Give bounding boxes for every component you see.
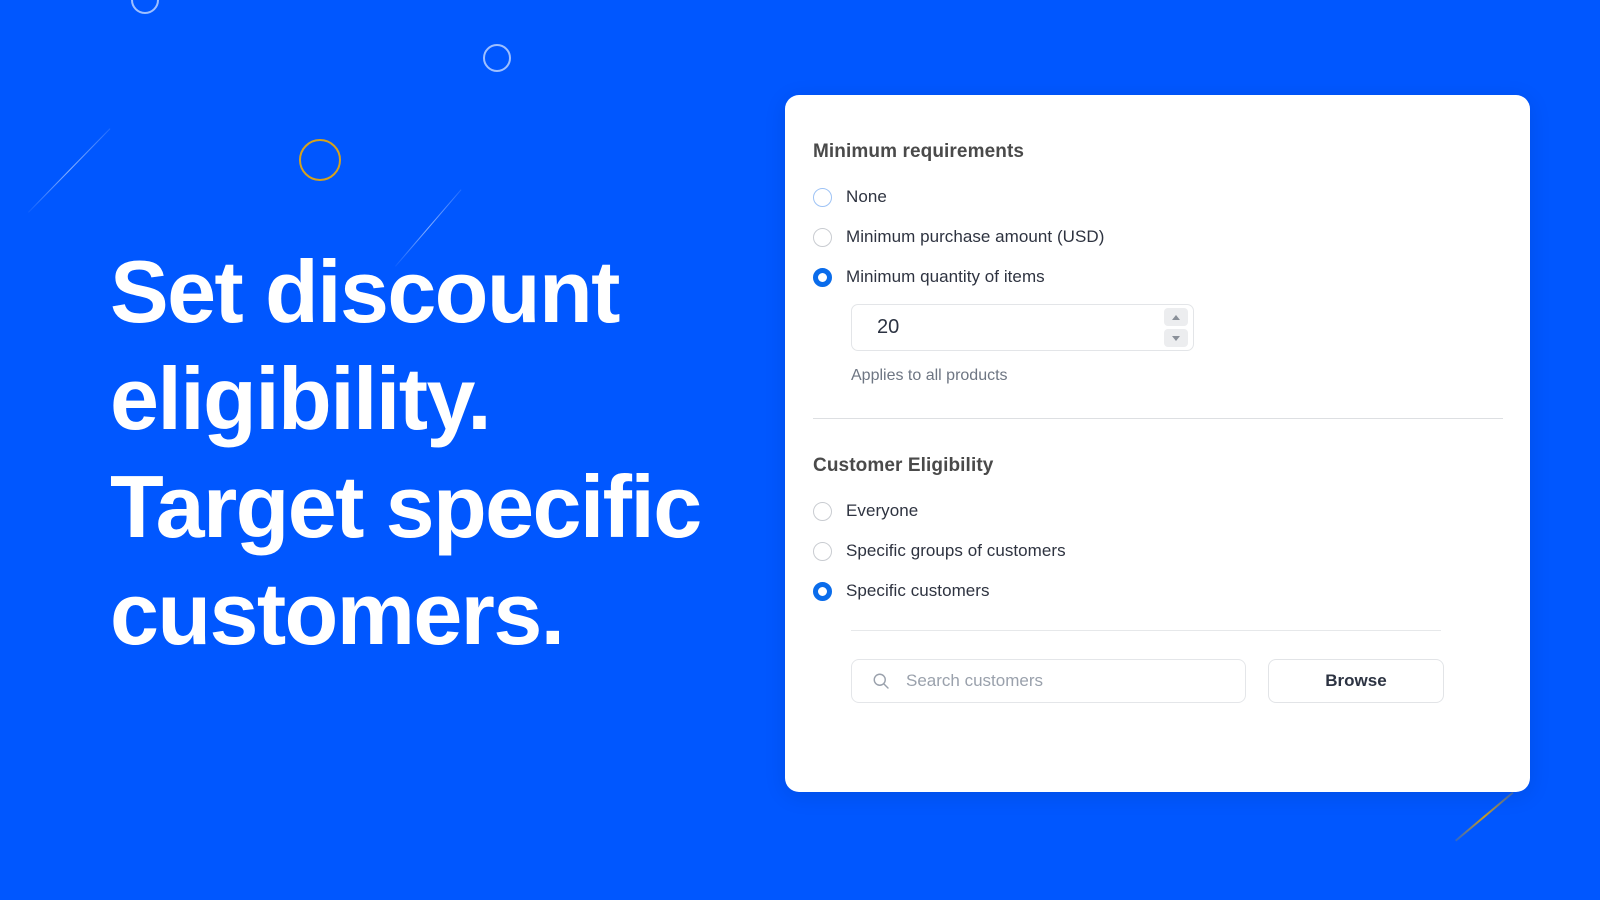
radio-label-none: None [846, 187, 887, 206]
radio-option-specific-customers[interactable]: Specific customers [813, 574, 1500, 608]
customer-search-row: Browse [851, 659, 1500, 703]
radio-label-everyone: Everyone [846, 501, 919, 520]
gold-line-bottom [1455, 792, 1514, 842]
headline-line-1: Set discount [110, 242, 620, 341]
customer-search-box [851, 659, 1246, 703]
minimum-quantity-input[interactable] [851, 304, 1194, 351]
radio-icon-minimum-quantity[interactable] [813, 267, 832, 287]
radio-icon-specific-customers[interactable] [813, 581, 832, 601]
radio-option-none[interactable]: None [813, 180, 1500, 214]
white-line-far-left [28, 128, 111, 213]
radio-icon-specific-groups[interactable] [813, 541, 832, 561]
search-icon [871, 671, 891, 691]
radio-icon-everyone[interactable] [813, 501, 832, 521]
minimum-requirements-section: Minimum requirements None Minimum purcha… [813, 141, 1500, 385]
white-circle-top-left [131, 0, 159, 14]
gold-circle-left [299, 139, 341, 181]
white-circle-top-mid [483, 44, 511, 72]
radio-option-specific-groups[interactable]: Specific groups of customers [813, 534, 1500, 568]
page-headline: Set discount eligibility. Target specifi… [110, 238, 810, 667]
minimum-quantity-field-wrapper [851, 304, 1194, 351]
radio-option-minimum-purchase-amount[interactable]: Minimum purchase amount (USD) [813, 220, 1500, 254]
minimum-requirements-radio-group[interactable]: None Minimum purchase amount (USD) Minim… [813, 180, 1500, 294]
chevron-up-icon [1172, 314, 1180, 320]
radio-option-everyone[interactable]: Everyone [813, 494, 1500, 528]
customer-eligibility-section: Customer Eligibility Everyone Specific g… [813, 455, 1500, 703]
browse-customers-button[interactable]: Browse [1268, 659, 1444, 703]
discount-settings-card: Minimum requirements None Minimum purcha… [785, 95, 1530, 792]
section-divider [813, 418, 1503, 419]
headline-line-4: customers. [110, 564, 565, 664]
radio-label-specific-customers: Specific customers [846, 581, 990, 600]
stepper-decrement-button[interactable] [1164, 329, 1188, 347]
headline-line-3: Target specific [110, 456, 702, 556]
search-customers-input[interactable] [851, 659, 1246, 703]
stepper-increment-button[interactable] [1164, 308, 1188, 326]
chevron-down-icon [1172, 335, 1180, 341]
headline-line-2: eligibility. [110, 349, 492, 449]
customer-search-divider [851, 630, 1441, 631]
customer-eligibility-radio-group[interactable]: Everyone Specific groups of customers Sp… [813, 494, 1500, 608]
minimum-quantity-helper-text: Applies to all products [851, 367, 1008, 384]
radio-label-minimum-quantity: Minimum quantity of items [846, 267, 1045, 286]
quantity-stepper[interactable] [1164, 308, 1188, 347]
radio-label-minimum-purchase-amount: Minimum purchase amount (USD) [846, 227, 1105, 246]
radio-icon-none[interactable] [813, 187, 832, 207]
minimum-requirements-title: Minimum requirements [813, 141, 1025, 162]
radio-icon-minimum-purchase-amount[interactable] [813, 227, 832, 247]
radio-option-minimum-quantity[interactable]: Minimum quantity of items [813, 260, 1500, 294]
radio-label-specific-groups: Specific groups of customers [846, 541, 1066, 560]
customer-eligibility-title: Customer Eligibility [813, 455, 994, 476]
